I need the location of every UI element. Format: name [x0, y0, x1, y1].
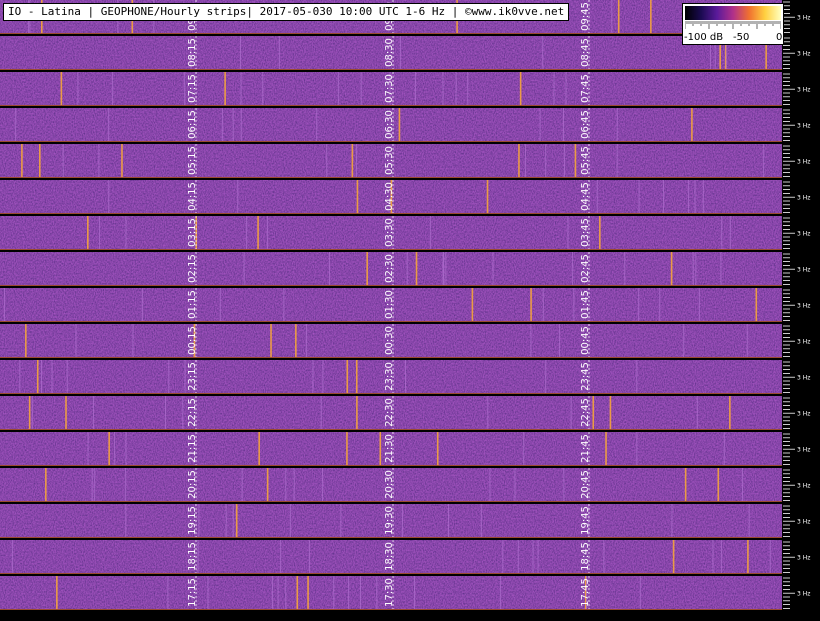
frequency-label: 3 Hz — [797, 51, 810, 58]
time-label: 02:30 — [384, 254, 395, 283]
strip-11: 22:15 22:30 22:45 — [0, 396, 782, 432]
strip-8: 01:15 01:30 01:45 — [0, 288, 782, 324]
time-label: 02:15 — [187, 254, 198, 283]
scale-label-mid: -50 — [733, 32, 750, 43]
time-label: 22:15 — [187, 398, 198, 427]
time-label: 17:45 — [580, 578, 591, 607]
frequency-label: 3 Hz — [797, 375, 810, 382]
time-label: 01:30 — [384, 290, 395, 319]
strip-2: 07:15 07:30 07:45 — [0, 72, 782, 108]
time-label: 08:45 — [580, 38, 591, 67]
strip-15: 18:15 18:30 18:45 — [0, 540, 782, 576]
time-label: 08:30 — [384, 38, 395, 67]
frequency-label: 3 Hz — [797, 195, 810, 202]
time-label: 01:45 — [580, 290, 591, 319]
time-label: 03:15 — [187, 218, 198, 247]
frequency-label: 3 Hz — [797, 159, 810, 166]
frequency-label: 3 Hz — [797, 267, 810, 274]
time-label: 02:45 — [580, 254, 591, 283]
frequency-label: 3 Hz — [797, 339, 810, 346]
strip-1: 08:15 08:30 08:45 — [0, 36, 782, 72]
frequency-label: 3 Hz — [797, 231, 810, 238]
time-label: 09:45 — [580, 2, 591, 31]
time-label: 05:45 — [580, 146, 591, 175]
strips-layer: 09:1509:3009:4508:1508:3008:4507:1507:30… — [0, 0, 782, 612]
frequency-label: 3 Hz — [797, 15, 810, 22]
time-label: 21:15 — [187, 434, 198, 463]
frequency-label: 3 Hz — [797, 591, 810, 598]
time-label: 07:30 — [384, 74, 395, 103]
strip-4: 05:15 05:30 05:45 — [0, 144, 782, 180]
time-label: 18:30 — [384, 542, 395, 571]
time-label: 18:45 — [580, 542, 591, 571]
frequency-label: 3 Hz — [797, 123, 810, 130]
time-label: 20:45 — [580, 470, 591, 499]
time-label: 23:30 — [384, 362, 395, 391]
time-label: 07:15 — [187, 74, 198, 103]
strip-16: 17:15 17:30 17:45 — [0, 576, 782, 612]
strip-13: 20:15 20:30 20:45 — [0, 468, 782, 504]
time-label: 06:45 — [580, 110, 591, 139]
time-label: 06:15 — [187, 110, 198, 139]
chart-title: IO - Latina | GEOPHONE/Hourly strips| 20… — [3, 3, 570, 21]
time-label: 04:45 — [580, 182, 591, 211]
strip-9: 00:15 00:30 00:45 — [0, 324, 782, 360]
time-label: 07:45 — [580, 74, 591, 103]
time-label: 00:15 — [187, 326, 198, 355]
frequency-label: 3 Hz — [797, 447, 810, 454]
time-label: 18:15 — [187, 542, 198, 571]
frequency-label: 3 Hz — [797, 303, 810, 310]
frequency-label: 3 Hz — [797, 519, 810, 526]
time-label: 19:30 — [384, 506, 395, 535]
time-label: 01:15 — [187, 290, 198, 319]
time-label: 03:45 — [580, 218, 591, 247]
time-label: 05:30 — [384, 146, 395, 175]
frequency-axis: 3 Hz 3 Hz 3 Hz 3 Hz 3 Hz 3 Hz 3 Hz 3 Hz 3 Hz 3 Hz… — [782, 0, 820, 621]
frequency-label: 3 Hz — [797, 483, 810, 490]
time-label: 08:15 — [187, 38, 198, 67]
time-label: 21:30 — [384, 434, 395, 463]
strip-14: 19:15 19:30 19:45 — [0, 504, 782, 540]
time-label: 19:45 — [580, 506, 591, 535]
time-label: 22:30 — [384, 398, 395, 427]
strip-6: 03:15 03:30 03:45 — [0, 216, 782, 252]
color-scale-bar — [685, 6, 781, 20]
frequency-label: 3 Hz — [797, 87, 810, 94]
strip-3: 06:15 06:30 06:45 — [0, 108, 782, 144]
time-label: 23:15 — [187, 362, 198, 391]
time-label: 03:30 — [384, 218, 395, 247]
time-label: 04:30 — [384, 182, 395, 211]
frequency-label: 3 Hz — [797, 411, 810, 418]
time-label: 06:30 — [384, 110, 395, 139]
scale-label-min: -100 dB — [684, 32, 724, 43]
time-label: 19:15 — [187, 506, 198, 535]
time-label: 17:15 — [187, 578, 198, 607]
frequency-label: 3 Hz — [797, 555, 810, 562]
time-label: 05:15 — [187, 146, 198, 175]
time-label: 04:15 — [187, 182, 198, 211]
strip-7: 02:15 02:30 02:45 — [0, 252, 782, 288]
time-label: 17:30 — [384, 578, 395, 607]
time-label: 00:30 — [384, 326, 395, 355]
color-scale-labels: -100 dB -50 0 — [683, 32, 783, 44]
strip-5: 04:15 04:30 04:45 — [0, 180, 782, 216]
color-scale-legend: -100 dB -50 0 — [682, 3, 784, 45]
time-label: 20:15 — [187, 470, 198, 499]
time-label: 21:45 — [580, 434, 591, 463]
strip-10: 23:15 23:30 23:45 — [0, 360, 782, 396]
spectrogram: 09:1509:3009:4508:1508:3008:4507:1507:30… — [0, 0, 820, 621]
time-label: 22:45 — [580, 398, 591, 427]
scale-label-max: 0 — [776, 32, 783, 43]
strip-12: 21:15 21:30 21:45 — [0, 432, 782, 468]
time-label: 00:45 — [580, 326, 591, 355]
time-label: 23:45 — [580, 362, 591, 391]
time-label: 20:30 — [384, 470, 395, 499]
